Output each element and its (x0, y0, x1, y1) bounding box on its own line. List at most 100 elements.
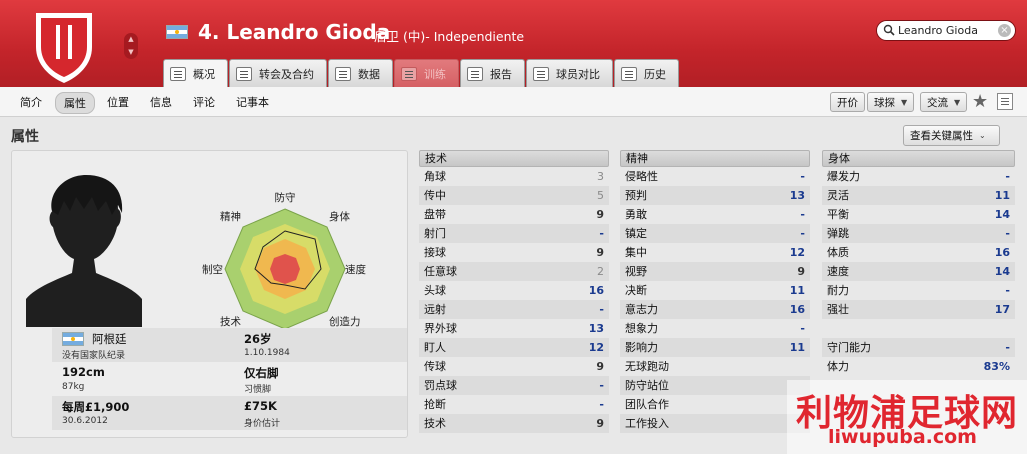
attribute-row[interactable]: 传球 9 (419, 357, 609, 376)
dob-value: 1.10.1984 (244, 348, 290, 358)
search-input[interactable] (898, 23, 996, 38)
attribute-row[interactable]: 视野 9 (620, 262, 810, 281)
player-profile-panel: 防守 身体 速度 创造力 进攻 技术 制空 精神 阿根廷 没有国家队纪录 26岁… (11, 150, 408, 438)
attribute-row[interactable]: 角球 3 (419, 167, 609, 186)
radar-label-mental: 精神 (220, 210, 241, 223)
attribute-row[interactable]: 预判 13 (620, 186, 810, 205)
attribute-row[interactable]: 体质 16 (822, 243, 1015, 262)
attribute-row[interactable]: 弹跳 - (822, 224, 1015, 243)
attribute-name: 角球 (424, 170, 446, 183)
attribute-row[interactable]: 传中 5 (419, 186, 609, 205)
attribute-row[interactable]: 想象力 - (620, 319, 810, 338)
attribute-row[interactable]: 技术 9 (419, 414, 609, 433)
attribute-row[interactable]: 射门 - (419, 224, 609, 243)
attribute-row[interactable]: 平衡 14 (822, 205, 1015, 224)
attribute-row[interactable]: 影响力 11 (620, 338, 810, 357)
tab-contract[interactable]: 转会及合约 (229, 59, 327, 87)
attribute-row[interactable]: 耐力 - (822, 281, 1015, 300)
attribute-name: 团队合作 (625, 398, 669, 411)
attribute-value: 9 (596, 360, 604, 373)
offer-button[interactable]: 开价 (830, 92, 865, 112)
nationality-value[interactable]: 阿根廷 (92, 331, 127, 347)
age-value: 26岁 (244, 332, 272, 346)
attribute-value: 9 (596, 246, 604, 259)
attribute-row[interactable]: 侵略性 - (620, 167, 810, 186)
attribute-row[interactable]: 爆发力 - (822, 167, 1015, 186)
subnav-item-comments[interactable]: 评论 (193, 94, 215, 110)
attribute-row[interactable]: 盯人 12 (419, 338, 609, 357)
tab-overview[interactable]: 概况 (163, 59, 228, 87)
mental-attributes-column: 精神 侵略性 - 预判 13 勇敢 - 镇定 - 集中 12 视野 9 决断 11 意志力 16 想象力 - 影响力… (620, 150, 810, 433)
attribute-row[interactable]: 任意球 2 (419, 262, 609, 281)
attribute-row[interactable]: 意志力 16 (620, 300, 810, 319)
attribute-row[interactable]: 抢断 - (419, 395, 609, 414)
attribute-name: 射门 (424, 227, 446, 240)
attribute-row[interactable]: 决断 11 (620, 281, 810, 300)
attribute-name: 意志力 (625, 303, 658, 316)
attribute-name: 镇定 (625, 227, 647, 240)
attribute-row[interactable]: 罚点球 - (419, 376, 609, 395)
key-attributes-button[interactable]: 查看关键属性 ⌄ (903, 125, 1000, 146)
chevron-up-icon[interactable]: ▲ (124, 33, 138, 46)
attribute-row[interactable]: 界外球 13 (419, 319, 609, 338)
attribute-value: 16 (789, 303, 805, 316)
attribute-row[interactable]: 团队合作 (620, 395, 810, 414)
tab-label: 数据 (358, 67, 380, 81)
caret-down-icon: ⌄ (979, 131, 986, 140)
attribute-row[interactable]: 速度 14 (822, 262, 1015, 281)
subnav-item-info[interactable]: 信息 (150, 94, 172, 110)
column-title: 技术 (419, 150, 609, 167)
attribute-value: 11 (789, 341, 805, 354)
attribute-value: - (800, 170, 805, 183)
attribute-row[interactable]: 勇敢 - (620, 205, 810, 224)
tab-reports[interactable]: 报告 (460, 59, 525, 87)
notes-icon[interactable] (997, 93, 1013, 110)
attribute-row[interactable]: 镇定 - (620, 224, 810, 243)
attribute-value: - (599, 303, 604, 316)
player-nav-arrows[interactable]: ▲ ▼ (124, 33, 138, 59)
tab-stats[interactable]: 数据 (328, 59, 393, 87)
clear-icon[interactable]: × (998, 24, 1011, 37)
attribute-name: 无球跑动 (625, 360, 669, 373)
attribute-row[interactable]: 体力 83% (822, 357, 1015, 376)
attribute-value: 14 (994, 208, 1010, 221)
attribute-row[interactable]: 盘带 9 (419, 205, 609, 224)
search-box[interactable]: × (876, 20, 1016, 41)
attribute-name: 守门能力 (827, 341, 871, 354)
attribute-value: 5 (597, 189, 604, 202)
tab-label: 训练 (424, 67, 446, 81)
scout-button[interactable]: 球探 ▼ (867, 92, 915, 112)
attribute-name: 盘带 (424, 208, 446, 221)
attribute-row[interactable]: 接球 9 (419, 243, 609, 262)
attribute-row[interactable]: 工作投入 (620, 414, 810, 433)
interact-button[interactable]: 交流 ▼ (920, 92, 968, 112)
attribute-row[interactable]: 守门能力 - (822, 338, 1015, 357)
height-value: 192cm (62, 365, 105, 379)
subnav-item-notepad[interactable]: 记事本 (236, 94, 269, 110)
club-crest-icon (36, 13, 92, 83)
tab-compare[interactable]: 球员对比 (526, 59, 613, 87)
compare-icon (533, 66, 549, 81)
wage-value: 每周£1,900 (62, 400, 130, 414)
subnav-item-attributes[interactable]: 属性 (55, 92, 95, 114)
attribute-row[interactable]: 灵活 11 (822, 186, 1015, 205)
attribute-name: 防守站位 (625, 379, 669, 392)
chevron-down-icon[interactable]: ▼ (124, 46, 138, 59)
attribute-row[interactable]: 防守站位 (620, 376, 810, 395)
attribute-row[interactable]: 强壮 17 (822, 300, 1015, 319)
attribute-row[interactable] (822, 319, 1015, 338)
attribute-name: 决断 (625, 284, 647, 297)
tab-history[interactable]: 历史 (614, 59, 679, 87)
attribute-name: 勇敢 (625, 208, 647, 221)
tab-training[interactable]: 训练 (394, 59, 459, 87)
attribute-row[interactable]: 无球跑动 (620, 357, 810, 376)
attribute-row[interactable]: 头球 16 (419, 281, 609, 300)
attribute-name: 技术 (424, 417, 446, 430)
attribute-row[interactable]: 远射 - (419, 300, 609, 319)
attribute-row[interactable]: 集中 12 (620, 243, 810, 262)
radar-label-defense: 防守 (275, 191, 296, 204)
star-icon[interactable]: ★ (972, 91, 988, 112)
subnav-item-overview[interactable]: 简介 (20, 94, 42, 110)
tab-label: 球员对比 (556, 67, 600, 81)
subnav-item-position[interactable]: 位置 (107, 94, 129, 110)
